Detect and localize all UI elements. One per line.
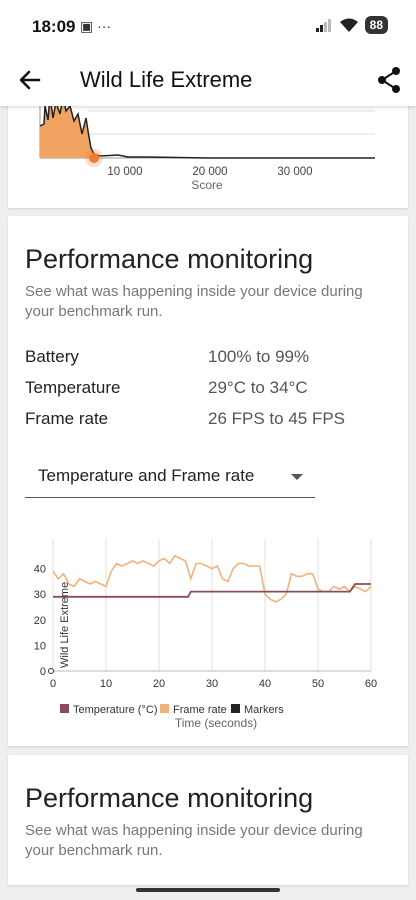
metric-value-battery: 100% to 99% [208,347,310,366]
wifi-icon [339,18,358,32]
legend-label: Temperature (°C) [73,704,157,716]
metric-label-battery: Battery [25,347,79,366]
section-subtitle: See what was happening inside your devic… [25,822,363,859]
x-tick-label: 60 [365,678,377,690]
battery-indicator: 88 [364,16,388,34]
legend-label: Frame rate [173,704,227,716]
x-tick-label: 40 [259,678,271,690]
performance-monitoring-card-2: Performance monitoring See what was happ… [8,755,408,885]
signal-icon [315,19,331,32]
legend-swatch [231,704,240,713]
dropdown-value: Temperature and Frame rate [38,466,255,485]
y-tick-label: 20 [34,615,46,627]
app-bar: Wild Life Extreme [0,54,416,106]
metric-label-frame-rate: Frame rate [25,409,109,428]
y-tick-label: 30 [34,589,46,601]
page-title: Wild Life Extreme [80,67,253,92]
chart-x-axis-label: Time (seconds) [175,716,257,730]
x-tick-label: 0 [50,678,56,690]
score-tick-label: 30 000 [277,166,312,178]
x-tick-label: 50 [312,678,324,690]
metric-value-temperature: 29°C to 34°C [208,378,308,397]
section-title: Performance monitoring [25,783,314,813]
gesture-nav-handle[interactable] [136,888,280,892]
x-tick-label: 30 [206,678,218,690]
x-tick-label: 20 [153,678,165,690]
y-tick-label: 10 [34,640,46,652]
status-bar: 18:09 ▣ ··· 88 [0,0,416,54]
score-tick-label: 20 000 [192,166,227,178]
status-time: 18:09 [32,17,76,36]
x-tick-label: 10 [100,678,112,690]
legend-label: Markers [244,704,284,716]
chart-marker-point [48,668,54,674]
chevron-down-icon [291,474,303,480]
status-right: 88 [315,16,388,34]
chart-type-dropdown[interactable]: Temperature and Frame rate [25,456,315,498]
score-tick-label: 10 000 [107,166,142,178]
score-axis-label: Score [191,178,223,192]
y-tick-label: 0 [40,666,46,678]
legend-swatch [160,704,169,713]
metric-label-temperature: Temperature [25,378,121,397]
marker-label: Wild Life Extreme [59,582,71,668]
score-distribution-card: 10 000 20 000 30 000 Score [8,95,408,208]
share-icon[interactable] [376,66,402,94]
status-notification-icons: ▣ ··· [80,18,112,34]
metric-value-frame-rate: 26 FPS to 45 FPS [208,409,346,428]
performance-monitoring-card: Performance monitoring See what was happ… [8,216,408,746]
score-distribution-chart: 10 000 20 000 30 000 Score [39,95,375,192]
section-title: Performance monitoring [25,244,314,274]
y-tick-label: 40 [34,564,46,576]
performance-chart: 0 10 20 30 40 50 60 0 10 20 30 40 Wild Life Extreme… [34,539,377,730]
legend-swatch [60,704,69,713]
back-arrow-icon[interactable] [16,66,44,94]
section-subtitle: See what was happening inside your devic… [25,283,363,320]
